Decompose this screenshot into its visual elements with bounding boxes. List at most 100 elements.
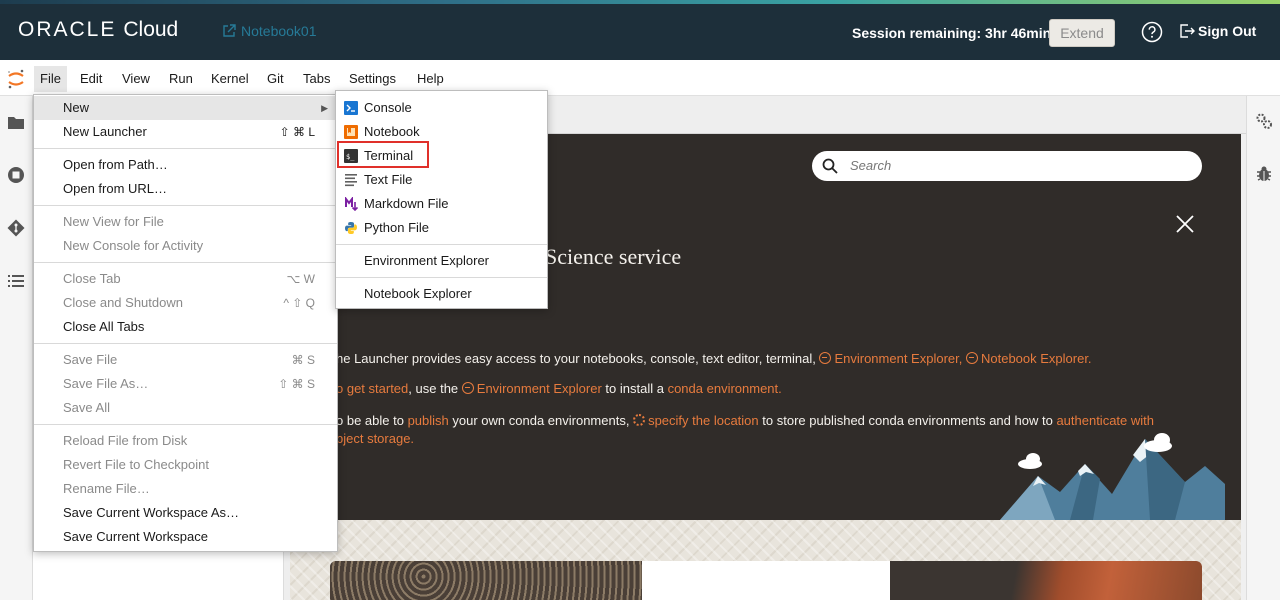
- notebook-explorer-link[interactable]: Notebook Explorer.: [965, 351, 1092, 366]
- file-menu-revert-file[interactable]: Revert File to Checkpoint: [34, 453, 337, 477]
- launcher-card: [330, 561, 1202, 600]
- new-console[interactable]: Console: [336, 96, 547, 120]
- card-artwork: [330, 561, 642, 600]
- intro-text: he Launcher provides easy access to your…: [336, 351, 816, 366]
- notebook-explorer-link-label: Notebook Explorer.: [980, 351, 1092, 366]
- menu-git[interactable]: Git: [261, 66, 290, 92]
- file-menu-close-all-tabs[interactable]: Close All Tabs: [34, 315, 337, 339]
- new-notebook-explorer[interactable]: Notebook Explorer: [336, 282, 547, 306]
- file-menu-save-file[interactable]: Save File ⌘ S: [34, 348, 337, 372]
- folder-icon[interactable]: [7, 113, 25, 131]
- menu-settings[interactable]: Settings: [343, 66, 402, 92]
- sign-out-button[interactable]: Sign Out: [1179, 23, 1256, 39]
- env-explorer-link-2-label: Environment Explorer: [476, 381, 602, 396]
- sign-out-label: Sign Out: [1198, 23, 1257, 39]
- list-icon[interactable]: [7, 272, 25, 290]
- menu-item-label: Save Current Workspace As…: [63, 505, 240, 520]
- new-python-file[interactable]: Python File: [336, 216, 547, 240]
- file-menu-new-launcher[interactable]: New Launcher ⇧ ⌘ L: [34, 120, 337, 144]
- text-file-icon: [345, 174, 357, 187]
- mountains-illustration: [1000, 433, 1225, 520]
- menu-item-label: New Launcher: [63, 124, 147, 139]
- menu-item-label: Reload File from Disk: [63, 433, 188, 448]
- menu-item-label: Save Current Workspace: [63, 529, 208, 544]
- sign-out-icon: [1180, 24, 1195, 38]
- file-menu-new-view-for-file[interactable]: New View for File: [34, 210, 337, 234]
- menu-view[interactable]: View: [116, 66, 156, 92]
- submenu-item-label: Markdown File: [364, 196, 449, 211]
- menu-separator: [34, 424, 337, 425]
- menu-run[interactable]: Run: [163, 66, 199, 92]
- terminal-highlight-box: [337, 141, 429, 168]
- new-environment-explorer[interactable]: Environment Explorer: [336, 249, 547, 273]
- session-remaining: Session remaining: 3hr 46min: [852, 25, 1052, 41]
- env-explorer-link-1-label: Environment Explorer,: [834, 351, 963, 366]
- menu-item-label: Open from URL…: [63, 181, 168, 196]
- file-menu-dropdown: New ▶ New Launcher ⇧ ⌘ L Open from Path… O…: [33, 94, 338, 552]
- file-menu-rename-file[interactable]: Rename File…: [34, 477, 337, 501]
- jupyter-logo-icon: [8, 69, 24, 89]
- menu-separator: [336, 277, 547, 278]
- menu-item-label: Save File: [63, 352, 118, 367]
- menu-kernel[interactable]: Kernel: [205, 66, 255, 92]
- notebook-session-link[interactable]: Notebook01: [222, 23, 317, 39]
- menu-tabs[interactable]: Tabs: [297, 66, 336, 92]
- menu-help[interactable]: Help: [411, 66, 450, 92]
- menu-separator: [34, 262, 337, 263]
- launcher-search-input[interactable]: Search: [812, 151, 1202, 181]
- object-storage-link[interactable]: bject storage.: [336, 431, 414, 446]
- file-menu-save-workspace[interactable]: Save Current Workspace: [34, 525, 337, 549]
- gear-icon: [633, 414, 646, 426]
- conda-environment-link[interactable]: conda environment.: [668, 381, 782, 396]
- help-icon[interactable]: [1141, 21, 1163, 43]
- explorer-icon: [461, 382, 474, 394]
- file-menu-reload-file[interactable]: Reload File from Disk: [34, 429, 337, 453]
- file-menu-save-workspace-as[interactable]: Save Current Workspace As…: [34, 501, 337, 525]
- new-markdown-file[interactable]: Markdown File: [336, 192, 547, 216]
- file-menu-close-and-shutdown[interactable]: Close and Shutdown ^ ⇧ Q: [34, 291, 337, 315]
- menu-item-label: Open from Path…: [63, 157, 168, 172]
- file-menu-open-from-path[interactable]: Open from Path…: [34, 153, 337, 177]
- publish-text-2: your own conda environments,: [452, 413, 630, 428]
- menu-item-label: Save All: [63, 400, 110, 415]
- close-icon[interactable]: [1175, 214, 1195, 234]
- publish-text-1: o be able to: [336, 413, 404, 428]
- file-menu-new[interactable]: New ▶: [34, 96, 337, 120]
- bug-icon[interactable]: [1256, 165, 1272, 183]
- stop-circle-icon[interactable]: [7, 166, 25, 184]
- file-menu-open-from-url[interactable]: Open from URL…: [34, 177, 337, 201]
- env-explorer-link-1[interactable]: Environment Explorer,: [819, 351, 962, 366]
- search-icon: [822, 158, 838, 174]
- launcher-intro-line: he Launcher provides easy access to your…: [336, 351, 1092, 366]
- specify-location-label: specify the location: [648, 413, 759, 428]
- gears-icon[interactable]: [1255, 112, 1273, 130]
- menu-item-label: New Console for Activity: [63, 238, 204, 253]
- menu-item-shortcut: ⇧ ⌘ S: [278, 377, 315, 391]
- submenu-item-label: Environment Explorer: [364, 253, 489, 268]
- env-explorer-link-2[interactable]: Environment Explorer: [461, 381, 602, 396]
- menu-edit[interactable]: Edit: [74, 66, 108, 92]
- menu-item-label: Save File As…: [63, 376, 149, 391]
- notebook-name: Notebook01: [241, 23, 317, 39]
- new-text-file[interactable]: Text File: [336, 168, 547, 192]
- file-menu-save-all[interactable]: Save All: [34, 396, 337, 420]
- file-menu-close-tab[interactable]: Close Tab ⌥ W: [34, 267, 337, 291]
- file-menu-new-console-for-activity[interactable]: New Console for Activity: [34, 234, 337, 258]
- search-placeholder: Search: [850, 158, 892, 173]
- menu-separator: [34, 148, 337, 149]
- specify-location-link[interactable]: specify the location: [633, 413, 759, 428]
- markdown-icon: [345, 197, 358, 211]
- get-started-link[interactable]: o get started: [336, 381, 408, 396]
- extend-button[interactable]: Extend: [1049, 19, 1115, 47]
- file-menu-save-file-as[interactable]: Save File As… ⇧ ⌘ S: [34, 372, 337, 396]
- python-icon: [345, 222, 357, 234]
- menu-file[interactable]: File: [34, 66, 67, 92]
- get-started-text-1: , use the: [408, 381, 459, 396]
- menubar: File Edit View Run Kernel Git Tabs Setti…: [0, 60, 1280, 96]
- left-sidebar-rail: [0, 96, 33, 600]
- menu-separator: [34, 343, 337, 344]
- menu-separator: [336, 244, 547, 245]
- publish-link[interactable]: publish: [408, 413, 449, 428]
- menu-item-label: Revert File to Checkpoint: [63, 457, 209, 472]
- git-icon[interactable]: [7, 219, 25, 237]
